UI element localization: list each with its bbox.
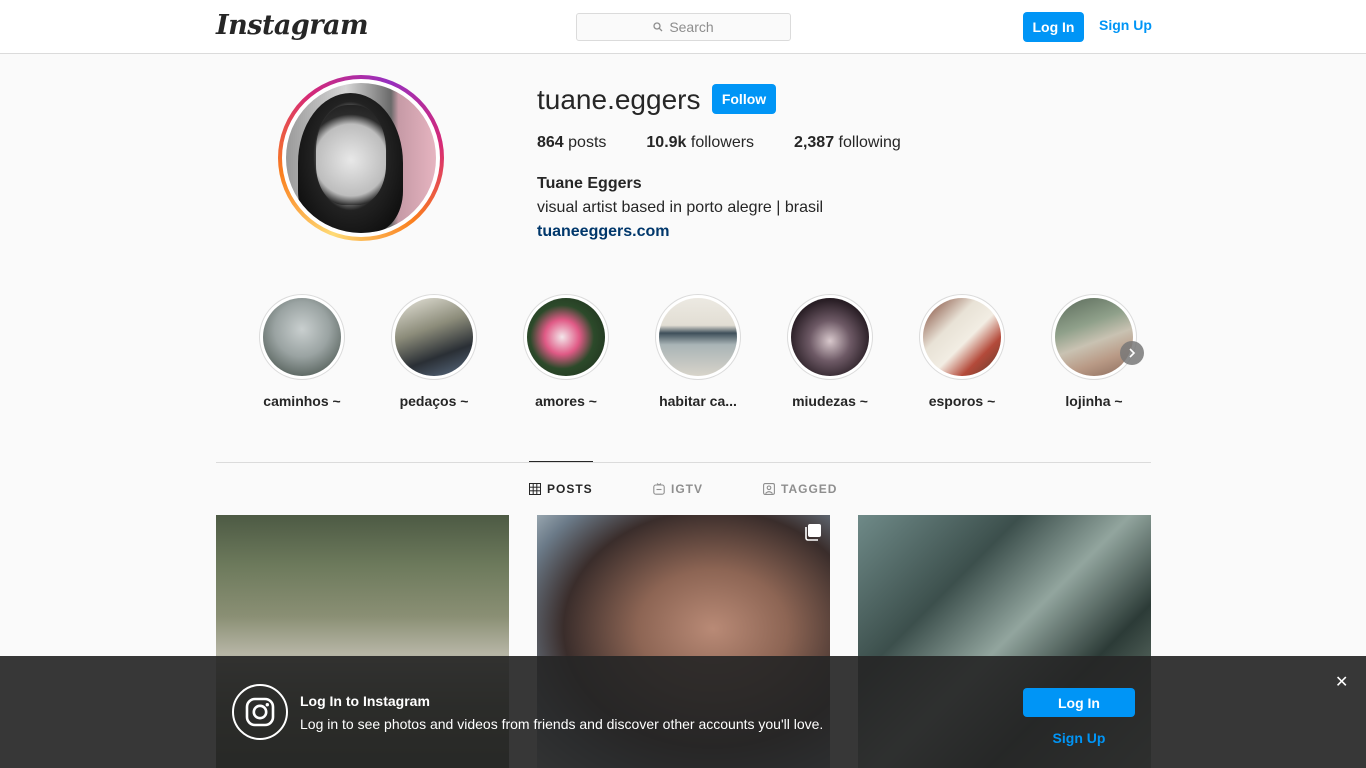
highlight-label: caminhos ~ bbox=[263, 393, 341, 409]
highlight-label: esporos ~ bbox=[928, 393, 996, 409]
profile-stats: 864 posts 10.9k followers 2,387 followin… bbox=[537, 134, 941, 152]
profile-username: tuane.eggers bbox=[537, 84, 701, 115]
highlight-item[interactable]: pedaços ~ bbox=[379, 294, 489, 409]
tagged-icon bbox=[763, 483, 775, 495]
search-placeholder: Search bbox=[669, 19, 714, 35]
highlight-cover bbox=[263, 298, 341, 376]
profile-website-link[interactable]: tuaneeggers.com bbox=[537, 223, 669, 241]
profile-avatar[interactable] bbox=[278, 75, 444, 241]
top-nav: Instagram Search Log In Sign Up bbox=[0, 0, 1366, 54]
profile-full-name: Tuane Eggers bbox=[537, 175, 642, 192]
search-input[interactable]: Search bbox=[576, 13, 791, 41]
highlight-cover bbox=[527, 298, 605, 376]
tab-igtv-label: IGTV bbox=[671, 482, 704, 496]
banner-login-button[interactable]: Log In bbox=[1023, 688, 1135, 717]
highlight-cover bbox=[659, 298, 737, 376]
highlight-label: amores ~ bbox=[535, 393, 597, 409]
search-icon bbox=[653, 22, 663, 32]
highlight-label: habitar ca... bbox=[659, 393, 737, 409]
nav-login-button[interactable]: Log In bbox=[1023, 12, 1084, 42]
instagram-camera-icon bbox=[232, 684, 288, 740]
close-icon[interactable]: ✕ bbox=[1335, 672, 1348, 692]
tab-tagged-label: TAGGED bbox=[781, 482, 838, 496]
banner-signup-link[interactable]: Sign Up bbox=[1023, 730, 1135, 746]
chevron-right-icon bbox=[1129, 348, 1136, 358]
highlight-item[interactable]: esporos ~ bbox=[907, 294, 1017, 409]
login-banner: Log In to Instagram Log in to see photos… bbox=[0, 656, 1366, 768]
highlight-item[interactable]: amores ~ bbox=[511, 294, 621, 409]
highlight-cover bbox=[1055, 298, 1133, 376]
highlight-label: lojinha ~ bbox=[1065, 393, 1123, 409]
stat-following[interactable]: 2,387 following bbox=[794, 134, 901, 152]
highlight-item[interactable]: caminhos ~ bbox=[247, 294, 357, 409]
highlight-cover bbox=[395, 298, 473, 376]
nav-signup-link[interactable]: Sign Up bbox=[1099, 17, 1152, 33]
highlight-cover bbox=[923, 298, 1001, 376]
highlight-item[interactable]: miudezas ~ bbox=[775, 294, 885, 409]
banner-title: Log In to Instagram bbox=[300, 693, 430, 709]
highlights-next-button[interactable] bbox=[1120, 341, 1144, 365]
tab-igtv[interactable]: IGTV bbox=[653, 482, 703, 496]
follow-button[interactable]: Follow bbox=[712, 84, 776, 114]
tabs-divider bbox=[216, 462, 1151, 463]
banner-text: Log in to see photos and videos from fri… bbox=[300, 716, 824, 732]
highlight-item[interactable]: habitar ca... bbox=[643, 294, 753, 409]
highlight-label: miudezas ~ bbox=[792, 393, 868, 409]
carousel-icon bbox=[805, 524, 821, 541]
instagram-logo[interactable]: Instagram bbox=[216, 10, 369, 41]
active-tab-indicator bbox=[529, 461, 593, 462]
tab-tagged[interactable]: TAGGED bbox=[763, 482, 837, 496]
stat-posts: 864 posts bbox=[537, 134, 607, 151]
tab-posts[interactable]: POSTS bbox=[529, 482, 593, 496]
tab-posts-label: POSTS bbox=[547, 482, 593, 496]
profile-bio: visual artist based in porto alegre | br… bbox=[537, 199, 824, 216]
grid-icon bbox=[529, 483, 541, 495]
stat-followers[interactable]: 10.9k followers bbox=[646, 134, 754, 152]
igtv-icon bbox=[653, 483, 665, 495]
highlight-cover bbox=[791, 298, 869, 376]
highlight-label: pedaços ~ bbox=[399, 393, 469, 409]
